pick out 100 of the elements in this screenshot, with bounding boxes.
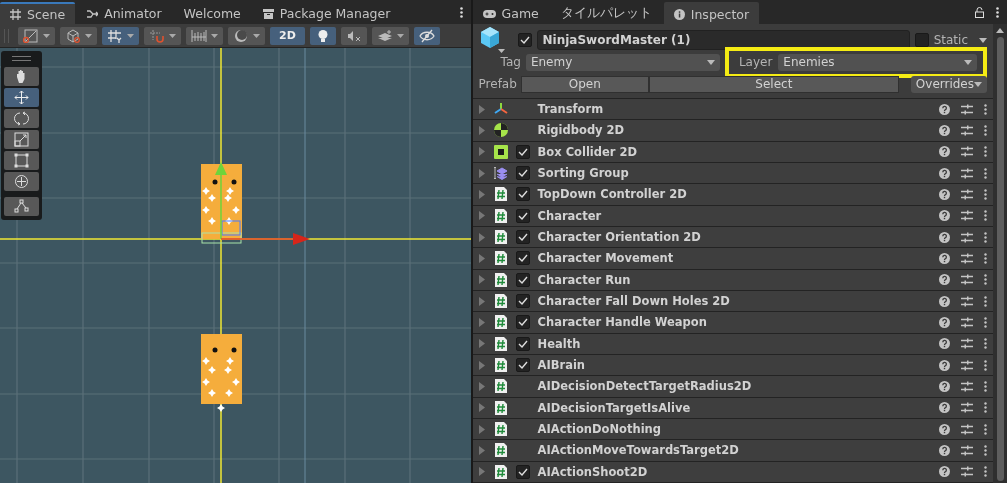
help-icon[interactable] [939, 210, 950, 222]
hand-tool-button[interactable] [4, 67, 39, 86]
more-icon[interactable] [996, 6, 999, 18]
help-icon[interactable] [939, 444, 950, 456]
cube-icon[interactable] [478, 26, 507, 54]
enabled-checkbox[interactable] [515, 144, 530, 159]
custom-tool-button[interactable] [4, 197, 39, 216]
more-icon[interactable] [984, 316, 987, 328]
more-icon[interactable] [984, 274, 987, 286]
more-icon[interactable] [984, 444, 987, 456]
settings-icon[interactable] [961, 359, 973, 371]
help-icon[interactable] [939, 103, 950, 115]
settings-icon[interactable] [961, 423, 973, 435]
caret-icon[interactable] [979, 37, 987, 43]
expand-arrow-icon[interactable] [478, 403, 485, 413]
settings-icon[interactable] [961, 146, 973, 158]
scene-view[interactable] [0, 48, 471, 483]
help-icon[interactable] [939, 125, 950, 136]
inspector-tab[interactable]: Inspector [663, 2, 760, 24]
help-icon[interactable] [939, 231, 950, 243]
tag-dropdown[interactable]: Enemy [525, 53, 720, 71]
help-icon[interactable] [939, 423, 950, 435]
settings-icon[interactable] [961, 231, 973, 243]
layer-dropdown[interactable]: Enemies [778, 53, 977, 71]
more-icon[interactable] [459, 6, 463, 18]
enabled-checkbox[interactable] [515, 187, 530, 202]
inspector-tab[interactable]: タイルパレット [550, 3, 662, 24]
expand-arrow-icon[interactable] [478, 232, 485, 242]
expand-arrow-icon[interactable] [478, 445, 485, 455]
scale-tool-button[interactable] [4, 130, 39, 149]
open-button[interactable]: Open [520, 75, 649, 93]
expand-arrow-icon[interactable] [478, 253, 485, 263]
more-icon[interactable] [984, 103, 987, 115]
scrollbar[interactable] [993, 24, 1007, 483]
help-icon[interactable] [939, 380, 950, 392]
component-header[interactable]: Sorting Group [472, 163, 993, 185]
settings-icon[interactable] [961, 167, 973, 179]
scene-tab[interactable]: Welcome [173, 3, 251, 24]
static-checkbox[interactable] [914, 33, 929, 47]
more-icon[interactable] [984, 338, 987, 350]
scene-tab[interactable]: Package Manager [252, 3, 401, 24]
help-icon[interactable] [939, 466, 950, 478]
settings-icon[interactable] [961, 125, 973, 136]
more-icon[interactable] [984, 231, 987, 243]
move-tool-button[interactable] [4, 88, 39, 107]
settings-icon[interactable] [961, 103, 973, 115]
expand-arrow-icon[interactable] [478, 147, 485, 157]
shading-button[interactable] [228, 26, 265, 45]
expand-arrow-icon[interactable] [478, 275, 485, 285]
help-icon[interactable] [939, 359, 950, 371]
enabled-checkbox[interactable] [515, 336, 530, 351]
ruler-button[interactable] [186, 26, 223, 45]
enabled-checkbox[interactable] [515, 294, 530, 309]
scene-tab[interactable]: Scene [0, 2, 76, 24]
enabled-checkbox[interactable] [515, 272, 530, 287]
expand-arrow-icon[interactable] [478, 381, 485, 391]
help-icon[interactable] [939, 338, 950, 350]
settings-icon[interactable] [961, 188, 973, 200]
lock-icon[interactable] [975, 6, 984, 18]
settings-icon[interactable] [961, 444, 973, 456]
more-icon[interactable] [984, 146, 987, 158]
expand-arrow-icon[interactable] [478, 126, 485, 135]
lighting-button[interactable] [309, 26, 336, 45]
expand-arrow-icon[interactable] [478, 424, 485, 434]
inspector-tab[interactable]: Game [472, 3, 549, 24]
component-header[interactable]: Rigidbody 2D [472, 120, 993, 142]
scroll-up-icon[interactable] [996, 28, 1004, 33]
grid-snap-button[interactable] [102, 26, 139, 45]
help-icon[interactable] [939, 252, 950, 264]
expand-arrow-icon[interactable] [478, 467, 485, 477]
enabled-checkbox[interactable] [515, 208, 530, 223]
help-icon[interactable] [939, 295, 950, 307]
component-header[interactable]: Character Movement [472, 248, 993, 270]
enabled-checkbox[interactable] [515, 251, 530, 266]
expand-arrow-icon[interactable] [478, 104, 485, 114]
help-icon[interactable] [939, 274, 950, 286]
enabled-checkbox[interactable] [515, 358, 530, 373]
more-icon[interactable] [984, 252, 987, 264]
help-icon[interactable] [939, 146, 950, 158]
scene-tab[interactable]: Animator [77, 3, 172, 24]
settings-icon[interactable] [961, 210, 973, 222]
settings-icon[interactable] [961, 338, 973, 350]
settings-icon[interactable] [961, 295, 973, 307]
expand-arrow-icon[interactable] [478, 317, 485, 327]
audio-button[interactable] [340, 26, 367, 45]
settings-icon[interactable] [961, 466, 973, 478]
character-sprite-drawing[interactable] [201, 164, 242, 244]
more-icon[interactable] [984, 402, 987, 414]
active-checkbox[interactable] [517, 33, 532, 47]
gizmo-cube-button[interactable] [60, 26, 97, 45]
more-icon[interactable] [984, 167, 987, 179]
more-icon[interactable] [984, 188, 987, 200]
enabled-checkbox[interactable] [515, 315, 530, 330]
select-button[interactable]: Select [648, 75, 899, 93]
more-icon[interactable] [984, 210, 987, 222]
component-header[interactable]: AIActionMoveTowardsTarget2D [472, 440, 993, 462]
move-gizmo[interactable] [215, 162, 310, 245]
expand-arrow-icon[interactable] [478, 168, 485, 178]
help-icon[interactable] [939, 316, 950, 328]
component-header[interactable]: TopDown Controller 2D [472, 184, 993, 206]
